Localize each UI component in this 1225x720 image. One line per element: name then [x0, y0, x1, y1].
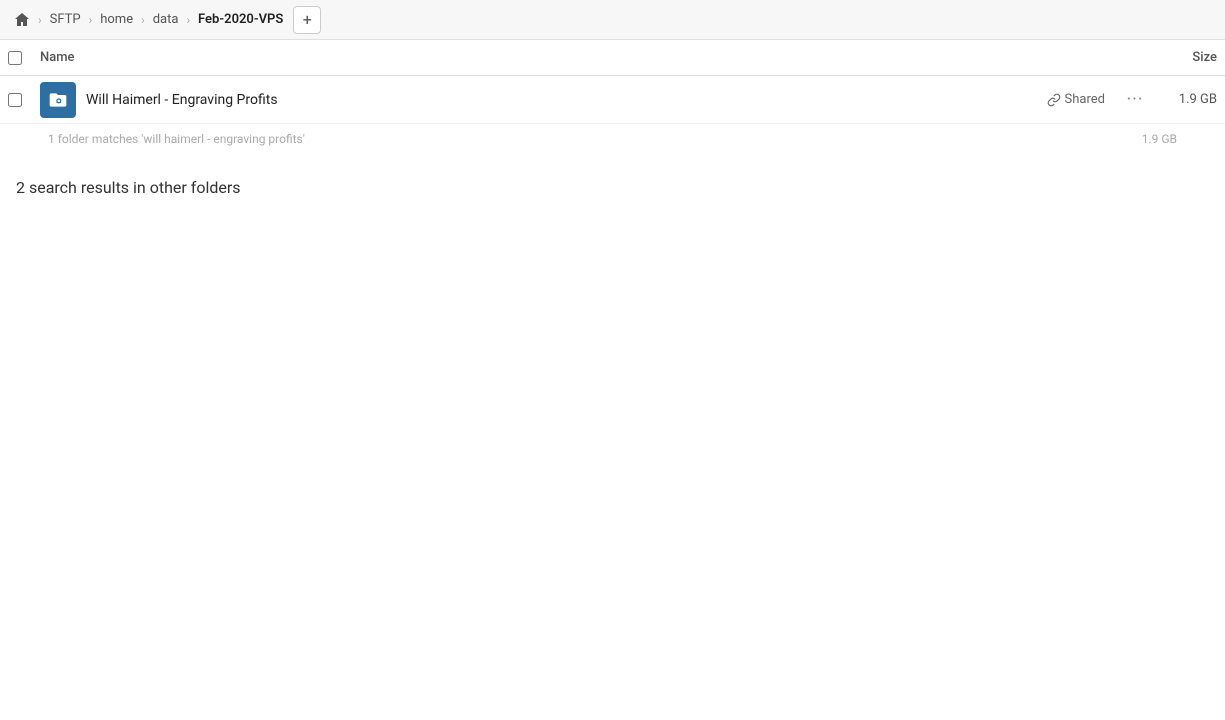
column-headers: Name Size — [0, 40, 1225, 76]
separator-2: › — [139, 13, 147, 27]
match-text: 1 folder matches 'will haimerl - engravi… — [48, 132, 305, 146]
breadcrumb-data[interactable]: data — [147, 0, 185, 39]
add-button[interactable]: + — [293, 6, 321, 34]
breadcrumb-feb2020vps[interactable]: Feb-2020-VPS — [192, 0, 289, 39]
shared-badge: Shared — [1047, 92, 1105, 107]
other-results-header: 2 search results in other folders — [0, 154, 1225, 205]
file-size: 1.9 GB — [1157, 92, 1217, 107]
row-checkbox[interactable] — [8, 93, 22, 107]
separator-1: › — [87, 13, 95, 27]
select-all-checkbox-wrap[interactable] — [8, 51, 40, 65]
breadcrumb-sftp[interactable]: SFTP — [44, 0, 87, 39]
select-all-checkbox[interactable] — [8, 51, 22, 65]
more-options-button[interactable]: ··· — [1121, 86, 1149, 114]
separator-0: › — [36, 13, 44, 27]
size-column-header[interactable]: Size — [1137, 50, 1217, 65]
shared-label: Shared — [1065, 92, 1105, 107]
file-name: Will Haimerl - Engraving Profits — [86, 92, 1047, 108]
match-size: 1.9 GB — [1142, 132, 1177, 146]
separator-3: › — [184, 13, 192, 27]
name-column-header[interactable]: Name — [40, 50, 1137, 65]
breadcrumb-home[interactable]: home — [94, 0, 139, 39]
link-folder-icon — [40, 82, 76, 118]
file-row[interactable]: Will Haimerl - Engraving Profits Shared … — [0, 76, 1225, 124]
home-button[interactable] — [8, 6, 36, 34]
toolbar: › SFTP › home › data › Feb-2020-VPS + — [0, 0, 1225, 40]
match-info: 1 folder matches 'will haimerl - engravi… — [0, 124, 1225, 154]
row-checkbox-wrap[interactable] — [8, 93, 40, 107]
